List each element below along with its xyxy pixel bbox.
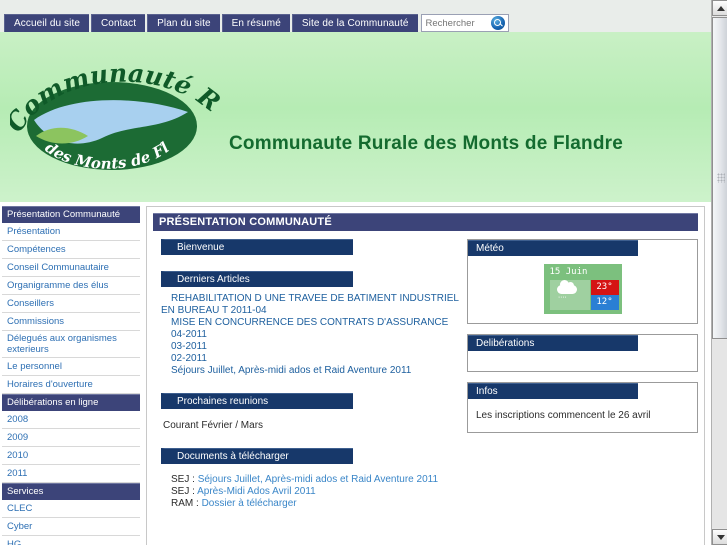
top-navigation: Accueil du site Contact Plan du site En … (0, 14, 711, 32)
article-item[interactable]: 02-2011 (161, 353, 459, 365)
page-title: PRÉSENTATION COMMUNAUTÉ (153, 213, 698, 231)
panel-body-deliberations (468, 351, 697, 371)
article-list: REHABILITATION D UNE TRAVEE DE BATIMENT … (161, 293, 459, 377)
weather-temp-low: 12° (590, 295, 619, 310)
sidebar-item-cyber[interactable]: Cyber (2, 518, 140, 536)
sidebar: Présentation Communauté Présentation Com… (0, 206, 140, 545)
sidebar-item-delegues[interactable]: Délegués aux organismes exterieurs (2, 331, 140, 358)
vertical-scrollbar[interactable] (711, 0, 727, 545)
document-link[interactable]: Après-Midi Ados Avril 2011 (197, 486, 316, 497)
document-link[interactable]: Dossier à télécharger (202, 498, 297, 509)
rain-drops: '''' (558, 297, 568, 303)
sidebar-item-2010[interactable]: 2010 (2, 447, 140, 465)
document-line: RAM : Dossier à télécharger (161, 498, 459, 510)
document-line: SEJ : Après-Midi Ados Avril 2011 (161, 486, 459, 498)
block-header-prochaines-reunions: Prochaines reunions (161, 393, 353, 409)
block-header-derniers-articles: Derniers Articles (161, 271, 353, 287)
content-main-column: Bienvenue Derniers Articles REHABILITATI… (153, 239, 459, 510)
search-input[interactable] (421, 16, 488, 30)
block-header-documents: Documents à télécharger (161, 448, 353, 464)
content-right-column: Météo 15 Juin '''' 23° 12° Delibérations… (467, 239, 698, 443)
sidebar-item-competences[interactable]: Compétences (2, 241, 140, 259)
sidebar-item-2011[interactable]: 2011 (2, 465, 140, 483)
nav-item-contact[interactable]: Contact (90, 14, 146, 32)
sidebar-item-horaires[interactable]: Horaires d'ouverture (2, 376, 140, 394)
scrollbar-grip-icon (717, 173, 725, 183)
panel-deliberations: Delibérations (467, 334, 698, 372)
scrollbar-thumb[interactable] (712, 17, 727, 339)
banner-title: Communaute Rurale des Monts de Flandre (229, 133, 623, 154)
browser-viewport: Accueil du site Contact Plan du site En … (0, 0, 727, 545)
panel-body-infos: Les inscriptions commencent le 26 avril (476, 410, 651, 421)
scroll-up-arrow-icon[interactable] (712, 0, 727, 16)
site-logo: Communauté Rurale des Monts de Flandre (10, 46, 220, 173)
document-prefix: RAM : (171, 498, 202, 509)
sidebar-item-clec[interactable]: CLEC (2, 500, 140, 518)
rain-cloud-icon: '''' (549, 280, 590, 310)
sidebar-item-hg[interactable]: HG (2, 536, 140, 545)
panel-header-deliberations: Delibérations (468, 335, 638, 351)
weather-temp-high: 23° (590, 280, 619, 295)
main-content: PRÉSENTATION COMMUNAUTÉ Bienvenue Dernie… (146, 206, 705, 545)
nav-item-site-communaute[interactable]: Site de la Communauté (291, 14, 418, 32)
article-item[interactable]: MISE EN CONCURRENCE DES CONTRATS D'ASSUR… (161, 317, 459, 329)
search-icon[interactable] (490, 16, 505, 30)
document-prefix: SEJ : (171, 486, 198, 497)
sidebar-item-presentation[interactable]: Présentation (2, 223, 140, 241)
weather-date: 15 Juin (549, 267, 588, 277)
sidebar-header-presentation: Présentation Communauté (2, 206, 140, 223)
nav-item-en-resume[interactable]: En résumé (221, 14, 290, 32)
sidebar-item-personnel[interactable]: Le personnel (2, 358, 140, 376)
weather-row: '''' 23° 12° (549, 280, 619, 310)
prochaines-reunions-text: Courant Février / Mars (163, 420, 264, 431)
panel-meteo: Météo 15 Juin '''' 23° 12° (467, 239, 698, 324)
document-prefix: SEJ : (171, 474, 198, 485)
panel-header-meteo: Météo (468, 240, 638, 256)
sidebar-item-conseillers[interactable]: Conseillers (2, 295, 140, 313)
sidebar-item-2009[interactable]: 2009 (2, 429, 140, 447)
block-header-bienvenue: Bienvenue (161, 239, 353, 255)
article-item[interactable]: REHABILITATION D UNE TRAVEE DE BATIMENT … (161, 293, 459, 317)
sidebar-item-2008[interactable]: 2008 (2, 411, 140, 429)
panel-infos: Infos Les inscriptions commencent le 26 … (467, 382, 698, 433)
scroll-down-arrow-icon[interactable] (712, 529, 727, 545)
sidebar-item-organigramme[interactable]: Organigramme des élus (2, 277, 140, 295)
sidebar-item-commissions[interactable]: Commissions (2, 313, 140, 331)
article-item[interactable]: 03-2011 (161, 341, 459, 353)
panel-header-infos: Infos (468, 383, 638, 399)
site-banner: Communauté Rurale des Monts de Flandre C… (0, 32, 711, 202)
weather-widget[interactable]: 15 Juin '''' 23° 12° (543, 264, 622, 314)
article-item[interactable]: 04-2011 (161, 329, 459, 341)
sidebar-item-conseil-communautaire[interactable]: Conseil Communautaire (2, 259, 140, 277)
nav-item-plan-du-site[interactable]: Plan du site (147, 14, 220, 32)
body-columns: Présentation Communauté Présentation Com… (0, 202, 711, 545)
top-strip (0, 0, 711, 14)
panel-body-meteo: 15 Juin '''' 23° 12° (468, 256, 697, 323)
weather-temps: 23° 12° (590, 280, 619, 310)
document-link[interactable]: Séjours Juillet, Après-midi ados et Raid… (198, 474, 438, 485)
search-box[interactable] (420, 14, 509, 32)
scrollbar-track[interactable] (712, 340, 727, 528)
page-root: Accueil du site Contact Plan du site En … (0, 0, 711, 545)
article-item[interactable]: Séjours Juillet, Après-midi ados et Raid… (161, 365, 459, 377)
sidebar-header-deliberations: Délibérations en ligne (2, 394, 140, 411)
nav-item-accueil[interactable]: Accueil du site (4, 14, 89, 32)
document-line: SEJ : Séjours Juillet, Après-midi ados e… (161, 474, 459, 486)
content-columns: Bienvenue Derniers Articles REHABILITATI… (153, 239, 698, 510)
cloud-shape (556, 280, 577, 294)
sidebar-header-services: Services (2, 483, 140, 500)
